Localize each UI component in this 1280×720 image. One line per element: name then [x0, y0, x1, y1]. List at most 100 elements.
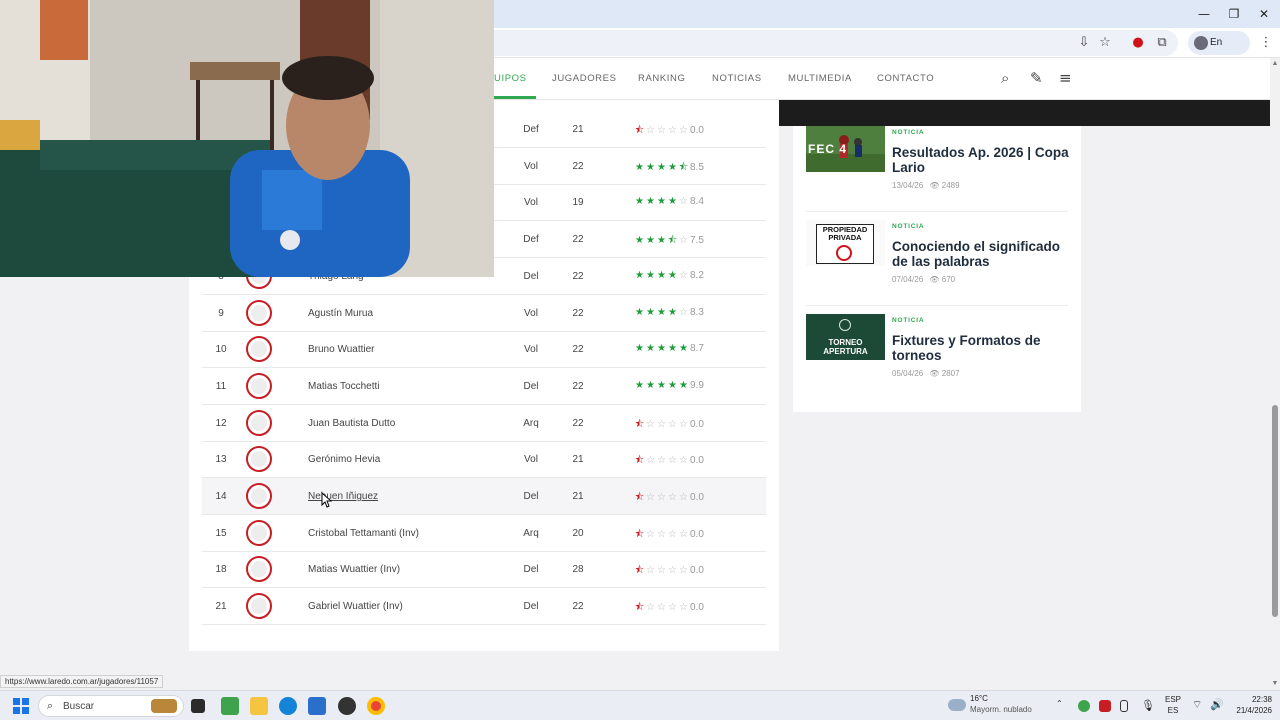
- nav-item-ranking[interactable]: RANKING: [638, 73, 685, 84]
- rating-star-icon: ☆: [657, 455, 666, 466]
- nav-item-multimedia[interactable]: MULTIMEDIA: [788, 73, 852, 84]
- browser-menu-icon[interactable]: ⋮: [1255, 32, 1277, 54]
- profile-chip[interactable]: En pausa: [1188, 31, 1250, 72]
- player-name-link[interactable]: Cristobal Tettamanti (Inv): [308, 528, 419, 539]
- battery-icon[interactable]: [1120, 700, 1128, 712]
- widgets-app-icon[interactable]: [221, 697, 239, 715]
- news-thumbnail[interactable]: FEC 4: [806, 126, 885, 172]
- player-avatar[interactable]: [246, 300, 272, 326]
- player-matches: 22: [572, 344, 584, 355]
- news-meta: 07/04/26 👁 670: [892, 275, 955, 284]
- nav-item-noticias[interactable]: NOTICIAS: [712, 73, 762, 84]
- news-thumbnail[interactable]: PROPIEDAD PRIVADA: [806, 220, 885, 266]
- taskbar-search[interactable]: ⌕ Buscar: [38, 695, 184, 717]
- rating-star-icon: ★: [668, 380, 677, 391]
- player-name-link[interactable]: Agustín Murua: [308, 308, 373, 319]
- store-icon[interactable]: [308, 697, 326, 715]
- table-row[interactable]: 15 Cristobal Tettamanti (Inv) Arq 20 ⯪ ☆ ☆ ☆ ☆ 0.…: [202, 515, 766, 552]
- player-avatar[interactable]: [246, 483, 272, 509]
- player-rating: ★ ★ ★ ★ ☆ 8.3: [634, 307, 704, 318]
- task-view-icon[interactable]: [191, 699, 205, 713]
- news-thumbnail-text: PROPIEDAD PRIVADA: [822, 225, 868, 242]
- weather-description[interactable]: Mayorm. nublado: [970, 705, 1032, 714]
- club-crest-icon: [839, 319, 851, 331]
- weather-temperature[interactable]: 16°C: [970, 694, 988, 703]
- news-item[interactable]: PROPIEDAD PRIVADA NOTICIA Conociendo el …: [806, 220, 1068, 314]
- tray-app-icon[interactable]: [1078, 700, 1090, 712]
- wifi-icon[interactable]: ⌔: [1192, 698, 1202, 712]
- player-rating: ★ ★ ★ ★ ☆ 8.2: [634, 270, 704, 281]
- player-avatar[interactable]: [246, 446, 272, 472]
- player-name-link[interactable]: Matias Tocchetti: [308, 381, 380, 392]
- keyboard-language-secondary[interactable]: ES: [1160, 706, 1186, 715]
- table-row[interactable]: 9 Agustín Murua Vol 22 ★ ★ ★ ★ ☆ 8.3: [202, 295, 766, 332]
- player-avatar[interactable]: [246, 373, 272, 399]
- tray-app-icon[interactable]: [1099, 700, 1111, 712]
- player-number: 18: [215, 564, 227, 575]
- close-button[interactable]: ✕: [1249, 4, 1279, 24]
- obs-app-icon[interactable]: [338, 697, 356, 715]
- table-row[interactable]: 14 Nehuen Iñiguez Del 21 ⯪ ☆ ☆ ☆ ☆ 0.0: [202, 478, 766, 515]
- chrome-browser-icon[interactable]: [367, 697, 385, 715]
- bookmark-star-icon[interactable]: ☆: [1094, 32, 1116, 54]
- scrollbar-thumb[interactable]: [1272, 405, 1278, 617]
- table-row[interactable]: 13 Gerónimo Hevia Vol 21 ⯪ ☆ ☆ ☆ ☆ 0.0: [202, 441, 766, 478]
- rating-star-icon: ☆: [679, 125, 688, 136]
- restore-button[interactable]: ❐: [1219, 4, 1249, 24]
- tray-expand-icon[interactable]: ⌃: [1056, 699, 1063, 708]
- news-item[interactable]: TORNEO APERTURA NOTICIA Fixtures y Forma…: [806, 314, 1068, 408]
- clock-date[interactable]: 21/4/2026: [1222, 706, 1272, 715]
- player-name-link[interactable]: Bruno Wuattier: [308, 344, 375, 355]
- table-row[interactable]: 11 Matias Tocchetti Del 22 ★ ★ ★ ★ ★ 9.9: [202, 368, 766, 405]
- rating-star-icon: ★: [635, 380, 644, 391]
- news-title[interactable]: Conociendo el significado de las palabra…: [892, 239, 1070, 269]
- player-avatar[interactable]: [246, 410, 272, 436]
- keyboard-language-primary[interactable]: ESP: [1160, 695, 1186, 704]
- table-row[interactable]: 10 Bruno Wuattier Vol 22 ★ ★ ★ ★ ★ 8.7: [202, 331, 766, 368]
- player-avatar[interactable]: [246, 593, 272, 619]
- news-item[interactable]: FEC 4 NOTICIA Resultados Ap. 2026 | Copa…: [806, 126, 1070, 220]
- user-icon[interactable]: ✎: [1030, 69, 1043, 87]
- mouse-cursor-icon: [321, 492, 332, 508]
- player-avatar[interactable]: [246, 520, 272, 546]
- edge-browser-icon[interactable]: [279, 697, 297, 715]
- news-thumbnail[interactable]: TORNEO APERTURA: [806, 314, 885, 360]
- clock-time[interactable]: 22:38: [1222, 695, 1272, 704]
- nav-item-contacto[interactable]: CONTACTO: [877, 73, 934, 84]
- rating-star-icon: ☆: [668, 492, 677, 503]
- table-row[interactable]: 21 Gabriel Wuattier (Inv) Del 22 ⯪ ☆ ☆ ☆ ☆ 0.0: [202, 588, 766, 625]
- table-row[interactable]: 12 Juan Bautista Dutto Arq 22 ⯪ ☆ ☆ ☆ ☆ 0.0: [202, 405, 766, 442]
- player-name-link[interactable]: Matias Wuattier (Inv): [308, 564, 400, 575]
- hamburger-menu-icon[interactable]: ≡: [1059, 69, 1072, 87]
- install-app-icon[interactable]: ⇩: [1073, 32, 1095, 54]
- player-rating: ★ ★ ★ ★ ★ 8.7: [634, 343, 704, 354]
- rating-star-icon: ★: [635, 307, 644, 318]
- player-avatar[interactable]: [246, 556, 272, 582]
- microphone-icon[interactable]: 🎙: [1141, 699, 1155, 712]
- news-tag: NOTICIA: [892, 317, 925, 324]
- search-icon[interactable]: ⌕: [1001, 69, 1009, 87]
- scroll-down-arrow-icon[interactable]: ▼: [1270, 680, 1280, 687]
- rating-star-icon: ☆: [646, 565, 655, 576]
- table-row[interactable]: 18 Matias Wuattier (Inv) Del 28 ⯪ ☆ ☆ ☆ ☆ 0.0: [202, 551, 766, 588]
- player-name-link[interactable]: Juan Bautista Dutto: [308, 418, 395, 429]
- scroll-up-arrow-icon[interactable]: ▲: [1270, 60, 1280, 67]
- player-position: Def: [523, 234, 539, 245]
- minimize-button[interactable]: —: [1189, 4, 1219, 24]
- player-number: 11: [215, 381, 227, 392]
- file-explorer-icon[interactable]: [250, 697, 268, 715]
- nav-item-jugadores[interactable]: JUGADORES: [552, 73, 617, 84]
- opera-extension-icon[interactable]: ●: [1127, 32, 1149, 54]
- news-title[interactable]: Resultados Ap. 2026 | Copa Lario: [892, 145, 1070, 175]
- extensions-icon[interactable]: ⧉: [1151, 32, 1173, 54]
- player-name-link[interactable]: Gabriel Wuattier (Inv): [308, 601, 403, 612]
- windows-start-icon[interactable]: [13, 698, 29, 714]
- news-views: 670: [941, 275, 956, 284]
- news-title[interactable]: Fixtures y Formatos de torneos: [892, 333, 1070, 363]
- rating-star-icon: ☆: [679, 196, 688, 207]
- player-name-link[interactable]: Gerónimo Hevia: [308, 454, 380, 465]
- nav-item-equipos[interactable]: UIPOS: [494, 73, 527, 84]
- player-name-link[interactable]: Nehuen Iñiguez: [308, 491, 378, 502]
- player-matches: 21: [572, 454, 584, 465]
- player-avatar[interactable]: [246, 336, 272, 362]
